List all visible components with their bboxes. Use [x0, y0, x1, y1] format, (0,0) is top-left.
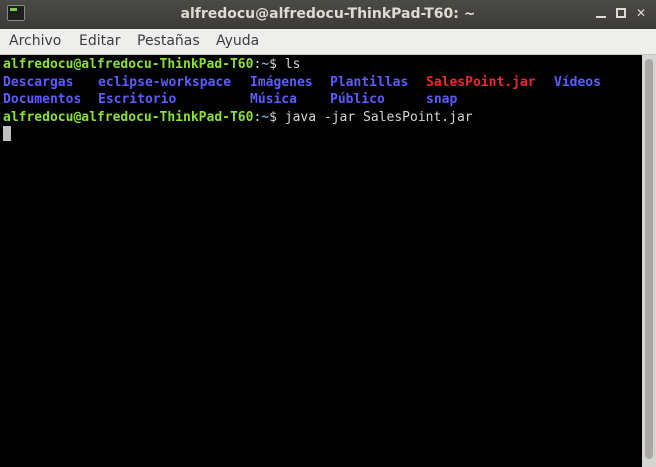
ls-entry: Descargas — [3, 75, 74, 90]
close-button[interactable]: ✕ — [634, 6, 648, 20]
ls-output-row-2: Documentos Escritorio Música Público sna… — [3, 91, 623, 108]
vertical-scrollbar[interactable] — [642, 55, 656, 467]
ls-entry: Documentos — [3, 92, 82, 107]
minimize-icon — [596, 16, 606, 18]
ls-entry: eclipse-workspace — [98, 75, 232, 90]
prompt-path: ~ — [261, 110, 270, 125]
menu-ayuda[interactable]: Ayuda — [216, 33, 259, 49]
ls-entry: Público — [330, 92, 385, 107]
command-text: java -jar SalesPoint.jar — [276, 110, 473, 125]
ls-entry: Plantillas — [330, 75, 409, 90]
title-bar[interactable]: alfredocu@alfredocu-ThinkPad-T60: ~ ✕ — [0, 0, 656, 29]
prompt-symbol: $ — [269, 57, 277, 72]
minimize-button[interactable] — [594, 6, 608, 20]
maximize-button[interactable] — [614, 6, 628, 20]
prompt-user: alfredocu@alfredocu-ThinkPad-T60 — [3, 110, 254, 125]
terminal-line-4: alfredocu@alfredocu-ThinkPad-T60:~$ java… — [3, 109, 473, 126]
menu-bar: Archivo Editar Pestañas Ayuda — [0, 29, 656, 55]
maximize-icon — [616, 8, 626, 18]
ls-entry: Vídeos — [554, 75, 601, 90]
prompt-path: ~ — [261, 57, 270, 72]
menu-editar[interactable]: Editar — [79, 33, 120, 49]
window-title: alfredocu@alfredocu-ThinkPad-T60: ~ — [180, 6, 476, 22]
ls-entry: Imágenes — [250, 75, 313, 90]
menu-archivo[interactable]: Archivo — [9, 33, 61, 49]
ls-entry: Escritorio — [98, 92, 177, 107]
ls-entry: Música — [250, 92, 297, 107]
terminal-cursor — [3, 126, 11, 141]
prompt-symbol: $ — [269, 110, 277, 125]
terminal-output[interactable]: alfredocu@alfredocu-ThinkPad-T60:~$ ls D… — [0, 55, 642, 467]
prompt-user: alfredocu@alfredocu-ThinkPad-T60 — [3, 57, 254, 72]
ls-entry-jar: SalesPoint.jar — [426, 75, 536, 90]
terminal-line-1: alfredocu@alfredocu-ThinkPad-T60:~$ ls — [3, 56, 300, 73]
command-text: ls — [276, 57, 301, 72]
menu-pestanas[interactable]: Pestañas — [137, 33, 200, 49]
close-icon: ✕ — [635, 6, 647, 20]
scrollbar-thumb[interactable] — [645, 59, 653, 459]
ls-entry: snap — [426, 92, 458, 107]
terminal-window: alfredocu@alfredocu-ThinkPad-T60: ~ ✕ Ar… — [0, 0, 656, 467]
ls-output-row-1: Descargas eclipse-workspace Imágenes Pla… — [3, 74, 623, 91]
